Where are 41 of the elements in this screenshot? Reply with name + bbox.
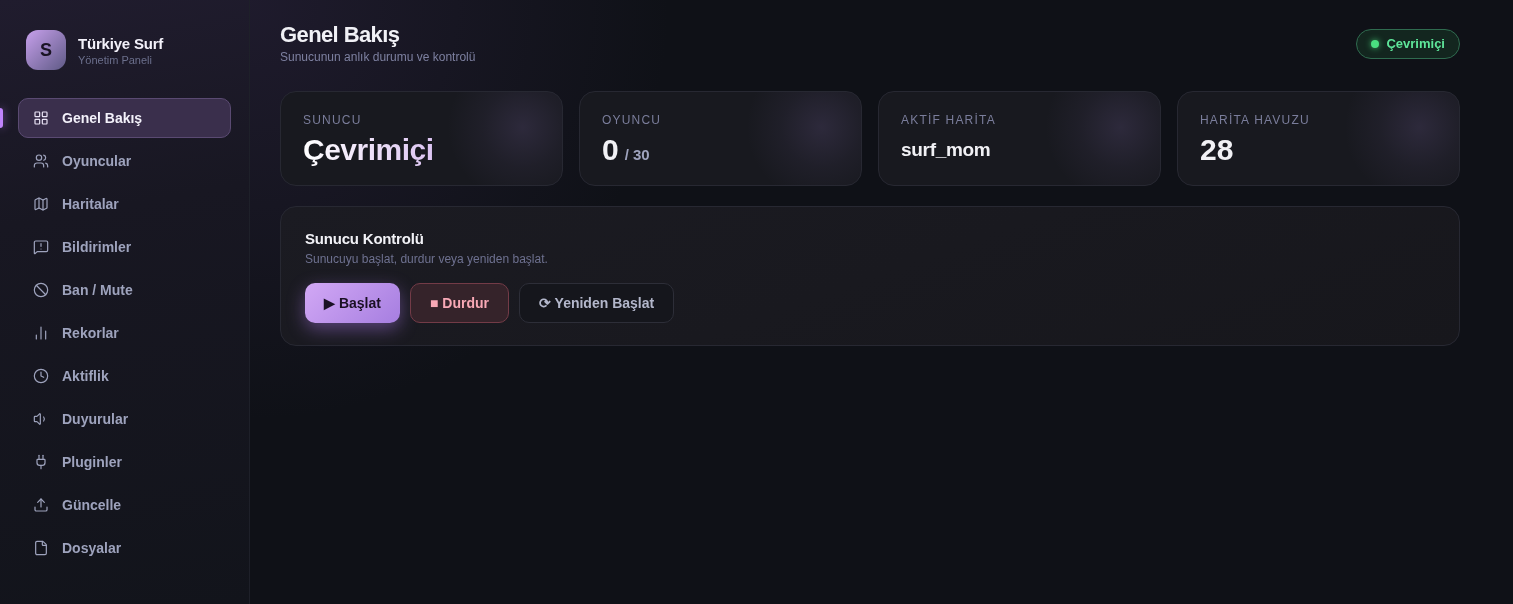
- nav-item[interactable]: Aktiflik: [18, 356, 231, 396]
- message-icon: [33, 239, 49, 255]
- app-title: Türkiye Surf: [78, 33, 164, 54]
- secondary-action-button[interactable]: ⟳ Yeniden Başlat: [518, 283, 675, 323]
- grid-icon: [33, 110, 49, 126]
- stat-label: OYUNCU: [602, 112, 663, 128]
- stat-label: HARİTA HAVUZU: [1200, 112, 1311, 128]
- status-label: Çevrimiçi: [1386, 35, 1445, 54]
- file-icon: [33, 540, 49, 556]
- primary-action-button[interactable]: ▶ Başlat: [305, 283, 400, 323]
- stat-label: AKTİF HARİTA: [901, 112, 997, 128]
- nav-item[interactable]: Bildirimler: [18, 227, 231, 267]
- nav-item[interactable]: Duyurular: [18, 399, 231, 439]
- stat-label: SUNUCU: [303, 112, 363, 128]
- nav-item[interactable]: Haritalar: [18, 184, 231, 224]
- ban-icon: [33, 282, 49, 298]
- page-title: Genel Bakış: [280, 21, 401, 49]
- page-subtitle: Sunucunun anlık durumu ve kontrolü: [280, 49, 476, 65]
- plug-icon: [33, 454, 49, 470]
- section-subtitle: Sunucuyu başlat, durdur veya yeniden başlat.: [305, 251, 549, 267]
- nav-item[interactable]: Dosyalar: [18, 528, 231, 568]
- danger-action-button[interactable]: ■ Durdur: [409, 283, 509, 323]
- nav-item[interactable]: Pluginler: [18, 442, 231, 482]
- stat-value: 0: [602, 132, 619, 168]
- active-indicator: [0, 108, 3, 128]
- map-icon: [33, 196, 49, 212]
- section-title: Sunucu Kontrolü: [305, 229, 425, 249]
- stat-max: / 30: [624, 145, 650, 165]
- users-icon: [33, 153, 49, 169]
- nav-item[interactable]: Genel Bakış: [18, 98, 231, 138]
- upload-icon: [33, 497, 49, 513]
- nav-item[interactable]: Oyuncular: [18, 141, 231, 181]
- stat-value: 28: [1200, 132, 1235, 168]
- nav-item[interactable]: Güncelle: [18, 485, 231, 525]
- logo-mark: S: [26, 30, 66, 70]
- clock-icon: [33, 368, 49, 384]
- nav-item[interactable]: Rekorlar: [18, 313, 231, 353]
- app-subtitle: Yönetim Paneli: [78, 53, 153, 67]
- stat-value: surf_mom: [901, 138, 991, 162]
- nav-item[interactable]: Ban / Mute: [18, 270, 231, 310]
- bar-chart-icon: [33, 325, 49, 341]
